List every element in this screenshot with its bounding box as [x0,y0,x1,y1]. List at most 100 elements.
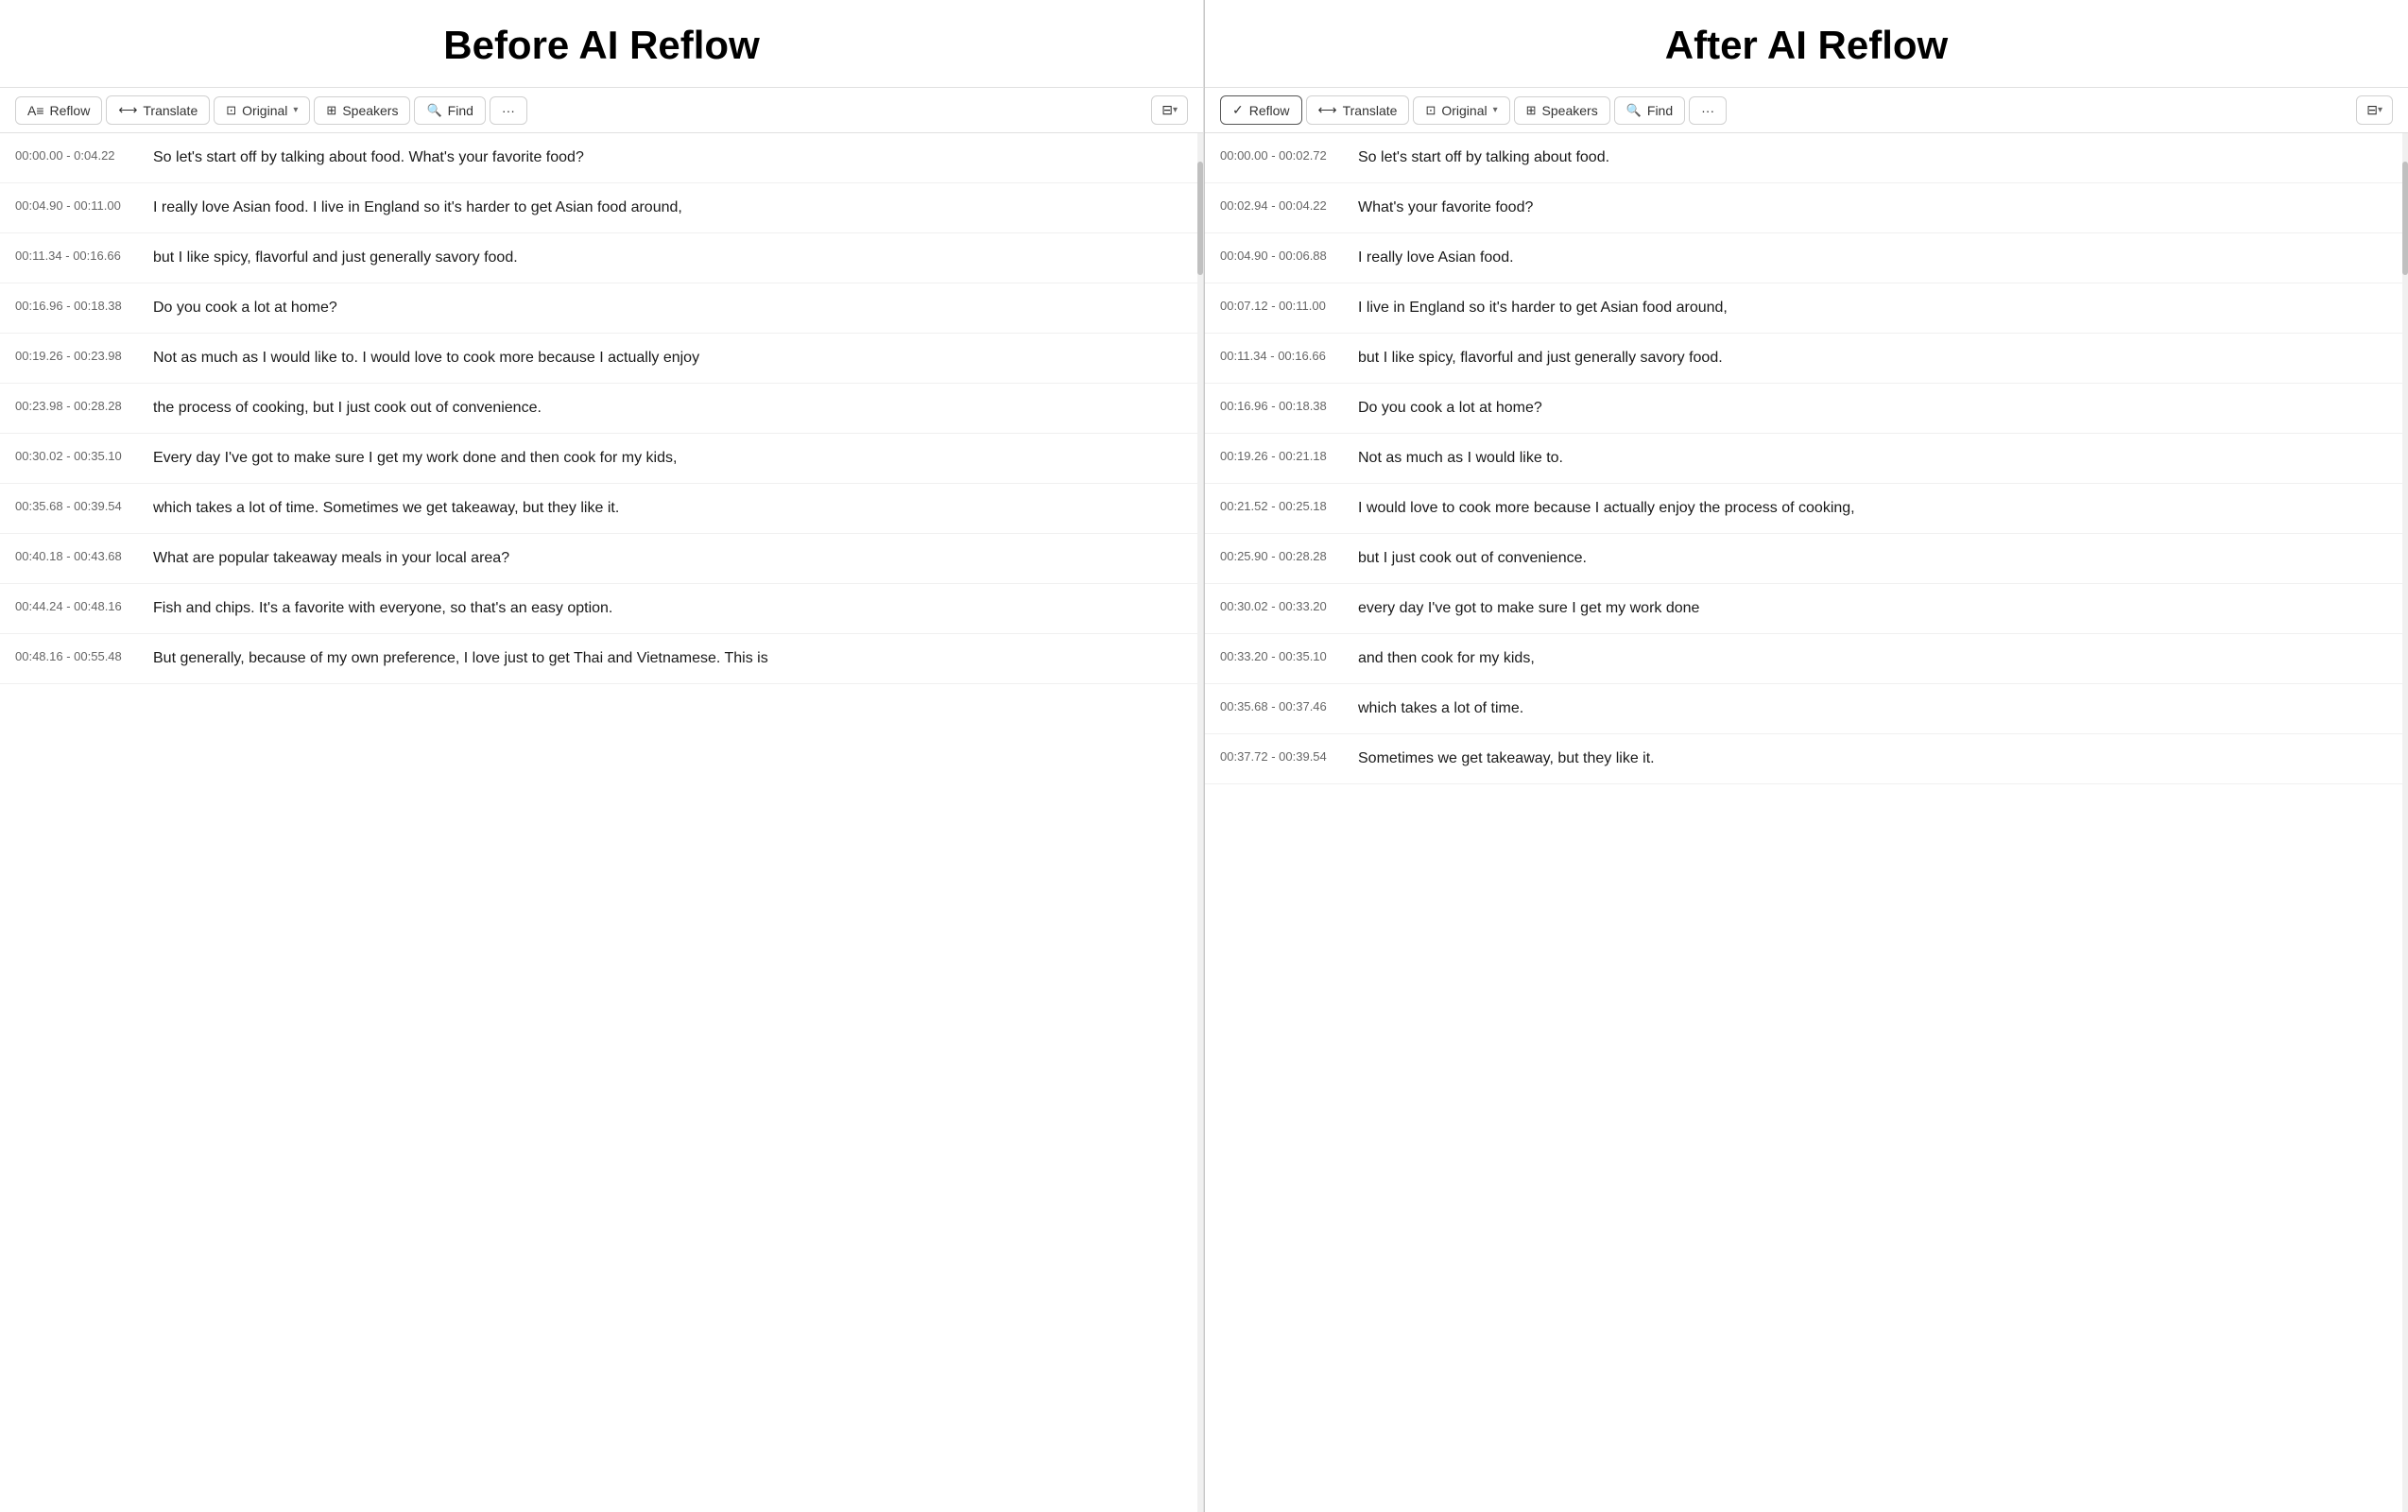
right-content-area[interactable]: 00:00.00 - 00:02.72 So let's start off b… [1205,133,2408,1512]
right-translate-button[interactable]: ⟷ Translate [1306,95,1410,125]
right-find-button[interactable]: 🔍 Find [1614,96,1685,125]
timestamp: 00:16.96 - 00:18.38 [1220,397,1343,413]
table-row: 00:44.24 - 00:48.16 Fish and chips. It's… [0,584,1203,634]
right-layout-button[interactable]: ⊟ ▾ [2356,95,2393,125]
transcript-text: Sometimes we get takeaway, but they like… [1358,747,2393,770]
timestamp: 00:40.18 - 00:43.68 [15,547,138,563]
table-row: 00:04.90 - 00:06.88 I really love Asian … [1205,233,2408,284]
timestamp: 00:48.16 - 00:55.48 [15,647,138,663]
check-icon: ✓ [1232,102,1244,118]
right-speakers-button[interactable]: ⊞ Speakers [1514,96,1610,125]
left-layout-button[interactable]: ⊟ ▾ [1151,95,1188,125]
transcript-text: Not as much as I would like to. [1358,447,2393,470]
transcript-text: I would love to cook more because I actu… [1358,497,2393,520]
original-dropdown-arrow: ▾ [1493,105,1498,115]
layout-icon: ⊟ [2366,102,2378,118]
transcript-text: but I like spicy, flavorful and just gen… [153,247,1188,269]
timestamp: 00:16.96 - 00:18.38 [15,297,138,313]
timestamp: 00:30.02 - 00:35.10 [15,447,138,463]
timestamp: 00:19.26 - 00:23.98 [15,347,138,363]
table-row: 00:16.96 - 00:18.38 Do you cook a lot at… [0,284,1203,334]
left-content-area[interactable]: 00:00.00 - 0:04.22 So let's start off by… [0,133,1203,1512]
speakers-icon: ⊞ [326,103,336,118]
timestamp: 00:21.52 - 00:25.18 [1220,497,1343,513]
timestamp: 00:37.72 - 00:39.54 [1220,747,1343,764]
timestamp: 00:00.00 - 0:04.22 [15,146,138,163]
timestamp: 00:33.20 - 00:35.10 [1220,647,1343,663]
reflow-icon: A≡ [27,103,44,118]
table-row: 00:30.02 - 00:33.20 every day I've got t… [1205,584,2408,634]
left-more-button[interactable]: ··· [490,96,527,125]
transcript-text: Not as much as I would like to. I would … [153,347,1188,369]
table-row: 00:35.68 - 00:39.54 which takes a lot of… [0,484,1203,534]
table-row: 00:11.34 - 00:16.66 but I like spicy, fl… [1205,334,2408,384]
left-original-button[interactable]: ⊡ Original ▾ [214,96,310,125]
main-container: Before AI Reflow A≡ Reflow ⟷ Translate ⊡… [0,0,2408,1512]
table-row: 00:16.96 - 00:18.38 Do you cook a lot at… [1205,384,2408,434]
right-more-button[interactable]: ··· [1689,96,1727,125]
timestamp: 00:23.98 - 00:28.28 [15,397,138,413]
transcript-text: Fish and chips. It's a favorite with eve… [153,597,1188,620]
transcript-text: So let's start off by talking about food… [153,146,1188,169]
right-toolbar: ✓ Reflow ⟷ Translate ⊡ Original ▾ ⊞ Spea… [1205,87,2408,133]
transcript-text: the process of cooking, but I just cook … [153,397,1188,420]
transcript-text: which takes a lot of time. Sometimes we … [153,497,1188,520]
transcript-text: Do you cook a lot at home? [153,297,1188,319]
layout-icon: ⊟ [1161,102,1173,118]
right-reflow-button[interactable]: ✓ Reflow [1220,95,1302,125]
table-row: 00:35.68 - 00:37.46 which takes a lot of… [1205,684,2408,734]
transcript-text: What are popular takeaway meals in your … [153,547,1188,570]
right-panel: After AI Reflow ✓ Reflow ⟷ Translate ⊡ O… [1205,0,2408,1512]
original-icon: ⊡ [1425,103,1436,118]
timestamp: 00:35.68 - 00:39.54 [15,497,138,513]
transcript-text: I live in England so it's harder to get … [1358,297,2393,319]
transcript-text: which takes a lot of time. [1358,697,2393,720]
transcript-text: What's your favorite food? [1358,197,2393,219]
left-panel: Before AI Reflow A≡ Reflow ⟷ Translate ⊡… [0,0,1204,1512]
timestamp: 00:04.90 - 00:06.88 [1220,247,1343,263]
left-translate-button[interactable]: ⟷ Translate [106,95,210,125]
table-row: 00:33.20 - 00:35.10 and then cook for my… [1205,634,2408,684]
table-row: 00:00.00 - 00:02.72 So let's start off b… [1205,133,2408,183]
table-row: 00:25.90 - 00:28.28 but I just cook out … [1205,534,2408,584]
table-row: 00:07.12 - 00:11.00 I live in England so… [1205,284,2408,334]
timestamp: 00:19.26 - 00:21.18 [1220,447,1343,463]
timestamp: 00:11.34 - 00:16.66 [1220,347,1343,363]
table-row: 00:21.52 - 00:25.18 I would love to cook… [1205,484,2408,534]
find-icon: 🔍 [1626,103,1642,118]
timestamp: 00:30.02 - 00:33.20 [1220,597,1343,613]
left-speakers-button[interactable]: ⊞ Speakers [314,96,410,125]
translate-icon: ⟷ [118,102,137,118]
table-row: 00:48.16 - 00:55.48 But generally, becau… [0,634,1203,684]
layout-dropdown-arrow: ▾ [1173,105,1178,115]
timestamp: 00:25.90 - 00:28.28 [1220,547,1343,563]
transcript-text: So let's start off by talking about food… [1358,146,2393,169]
right-original-button[interactable]: ⊡ Original ▾ [1413,96,1509,125]
timestamp: 00:44.24 - 00:48.16 [15,597,138,613]
scrollbar-thumb[interactable] [1197,162,1203,275]
right-scrollbar-thumb[interactable] [2402,162,2408,275]
transcript-text: Every day I've got to make sure I get my… [153,447,1188,470]
scrollbar[interactable] [1197,133,1203,1512]
transcript-text: but I like spicy, flavorful and just gen… [1358,347,2393,369]
timestamp: 00:11.34 - 00:16.66 [15,247,138,263]
transcript-text: I really love Asian food. [1358,247,2393,269]
table-row: 00:19.26 - 00:23.98 Not as much as I wou… [0,334,1203,384]
right-panel-title: After AI Reflow [1205,0,2408,87]
right-scrollbar[interactable] [2402,133,2408,1512]
table-row: 00:23.98 - 00:28.28 the process of cooki… [0,384,1203,434]
speakers-icon: ⊞ [1526,103,1537,118]
left-find-button[interactable]: 🔍 Find [414,96,485,125]
table-row: 00:02.94 - 00:04.22 What's your favorite… [1205,183,2408,233]
timestamp: 00:02.94 - 00:04.22 [1220,197,1343,213]
transcript-text: I really love Asian food. I live in Engl… [153,197,1188,219]
left-toolbar: A≡ Reflow ⟷ Translate ⊡ Original ▾ ⊞ Spe… [0,87,1203,133]
table-row: 00:30.02 - 00:35.10 Every day I've got t… [0,434,1203,484]
find-icon: 🔍 [426,103,441,118]
original-dropdown-arrow: ▾ [293,105,298,115]
table-row: 00:37.72 - 00:39.54 Sometimes we get tak… [1205,734,2408,784]
left-reflow-button[interactable]: A≡ Reflow [15,96,102,125]
table-row: 00:04.90 - 00:11.00 I really love Asian … [0,183,1203,233]
table-row: 00:11.34 - 00:16.66 but I like spicy, fl… [0,233,1203,284]
original-icon: ⊡ [226,103,236,118]
